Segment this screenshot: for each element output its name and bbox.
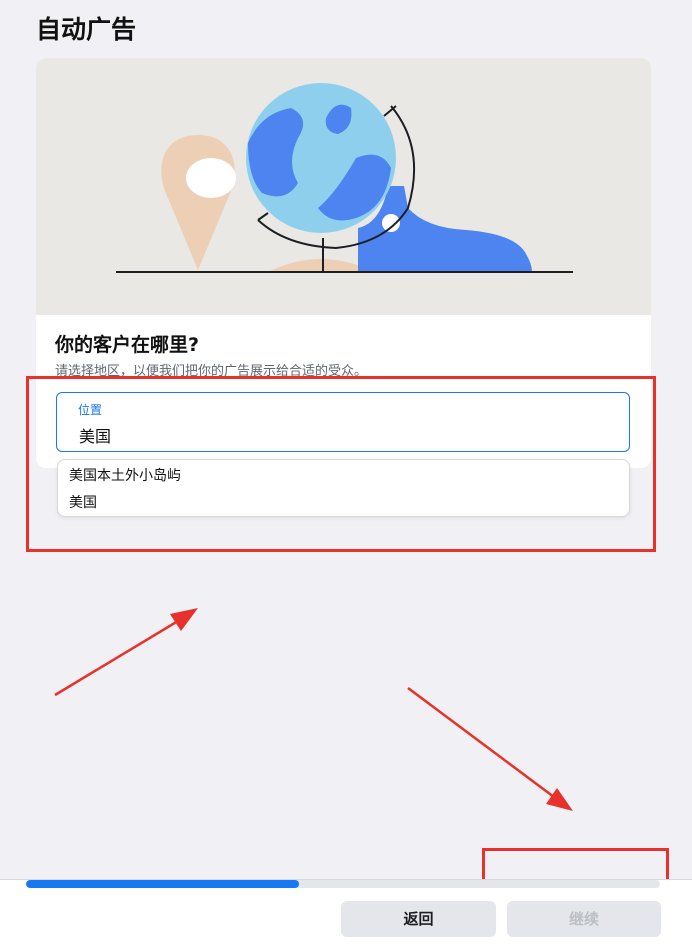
annotation-arrow-right xyxy=(407,686,573,811)
globe-axis-bottom xyxy=(257,212,269,221)
annotation-box-location xyxy=(26,376,656,552)
continue-button[interactable]: 继续 xyxy=(507,901,661,937)
location-question: 你的客户在哪里? xyxy=(55,334,200,356)
globe-illustration-graphic xyxy=(116,83,573,273)
map-pin-hole xyxy=(186,158,236,198)
boot-shape xyxy=(358,186,532,272)
globe-illustration xyxy=(36,58,651,315)
annotation-arrow-left xyxy=(54,608,198,697)
progress-bar xyxy=(26,880,660,888)
map-pin-shape xyxy=(161,135,235,270)
progress-bar-fill xyxy=(26,880,299,888)
page-title: 自动广告 xyxy=(36,15,137,44)
footer-bar: 返回 继续 xyxy=(0,879,692,949)
back-button[interactable]: 返回 xyxy=(341,901,496,937)
